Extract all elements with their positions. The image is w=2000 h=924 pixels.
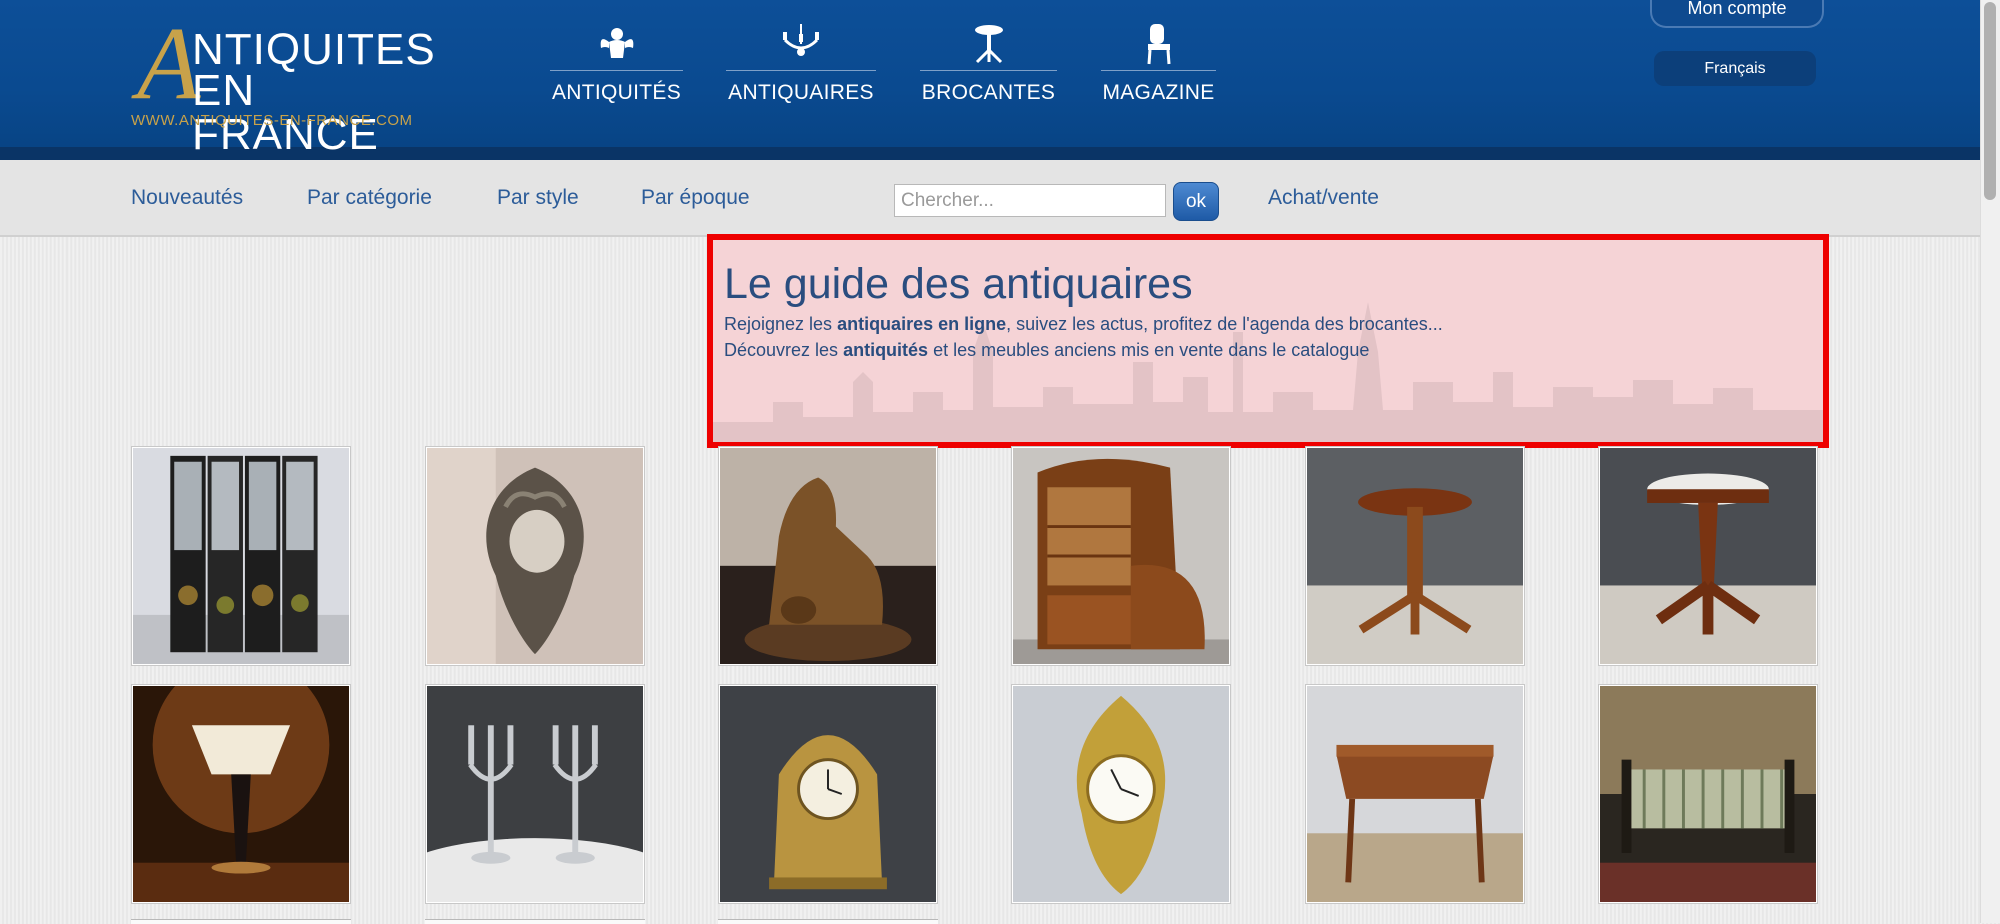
logo-url: WWW.ANTIQUITES-EN-FRANCE.COM bbox=[131, 112, 413, 129]
art-nouveau-cabinet-image[interactable] bbox=[1011, 446, 1231, 666]
search-ok-button[interactable]: ok bbox=[1173, 182, 1219, 221]
pedestal-table-image[interactable] bbox=[1305, 446, 1525, 666]
drop-leaf-table-image[interactable] bbox=[1305, 684, 1525, 904]
guide-link-antiquites[interactable]: antiquités bbox=[843, 340, 928, 360]
subnav-link-achat-vente[interactable]: Achat/vente bbox=[1268, 186, 1379, 210]
gilt-wall-clock-image[interactable] bbox=[1011, 684, 1231, 904]
guide-title: Le guide des antiquaires bbox=[724, 260, 1193, 308]
chandelier-icon bbox=[783, 24, 819, 56]
chair-icon bbox=[1147, 24, 1170, 65]
nav-label-antiquites: ANTIQUITÉS bbox=[551, 81, 681, 104]
guide-banner: Le guide des antiquaires Rejoignez les a… bbox=[707, 234, 1829, 448]
striped-settee-image[interactable] bbox=[1598, 684, 1818, 904]
pedestal-table-icon bbox=[974, 25, 1003, 64]
guide-link-antiquaires-en-ligne[interactable]: antiquaires en ligne bbox=[837, 314, 1006, 334]
subnav-link-par-epoque[interactable]: Par époque bbox=[641, 186, 750, 210]
bronze-lion-sculpture-image[interactable] bbox=[718, 446, 938, 666]
marble-top-table-image[interactable] bbox=[1598, 446, 1818, 666]
folding-screen-image[interactable] bbox=[131, 446, 351, 666]
nav-label-magazine: MAGAZINE bbox=[1102, 81, 1215, 104]
table-lamp-image[interactable] bbox=[131, 684, 351, 904]
nav-item-antiquaires[interactable]: ANTIQUAIRES bbox=[726, 22, 876, 105]
search-input[interactable] bbox=[894, 184, 1166, 217]
subnav-link-nouveautes[interactable]: Nouveautés bbox=[131, 186, 243, 210]
nav-item-brocantes[interactable]: BROCANTES bbox=[920, 22, 1057, 105]
account-button[interactable]: Mon compte bbox=[1650, 0, 1824, 28]
guide-line-2: Découvrez les antiquités et les meubles … bbox=[724, 340, 1370, 360]
rococo-cartel-image[interactable] bbox=[425, 446, 645, 666]
subnav-link-par-categorie[interactable]: Par catégorie bbox=[307, 186, 432, 210]
silver-candelabra-image[interactable] bbox=[425, 684, 645, 904]
gilt-mantel-clock-image[interactable] bbox=[718, 684, 938, 904]
cherub-icon bbox=[600, 28, 633, 58]
nav-label-brocantes: BROCANTES bbox=[921, 81, 1056, 104]
nav-item-magazine[interactable]: MAGAZINE bbox=[1101, 22, 1216, 105]
product-row-3-partial bbox=[131, 919, 941, 924]
logo-big-letter: A bbox=[137, 6, 201, 121]
language-button[interactable]: Français bbox=[1654, 51, 1816, 86]
subnav-link-par-style[interactable]: Par style bbox=[497, 186, 579, 210]
site-logo[interactable]: A NTIQUITES EN FRANCE WWW.ANTIQUITES-EN-… bbox=[131, 12, 441, 157]
page-scrollbar-thumb[interactable] bbox=[1984, 2, 1996, 200]
nav-label-antiquaires: ANTIQUAIRES bbox=[728, 81, 874, 104]
nav-item-antiquites[interactable]: ANTIQUITÉS bbox=[550, 22, 683, 105]
guide-line-1: Rejoignez les antiquaires en ligne, suiv… bbox=[724, 314, 1443, 334]
